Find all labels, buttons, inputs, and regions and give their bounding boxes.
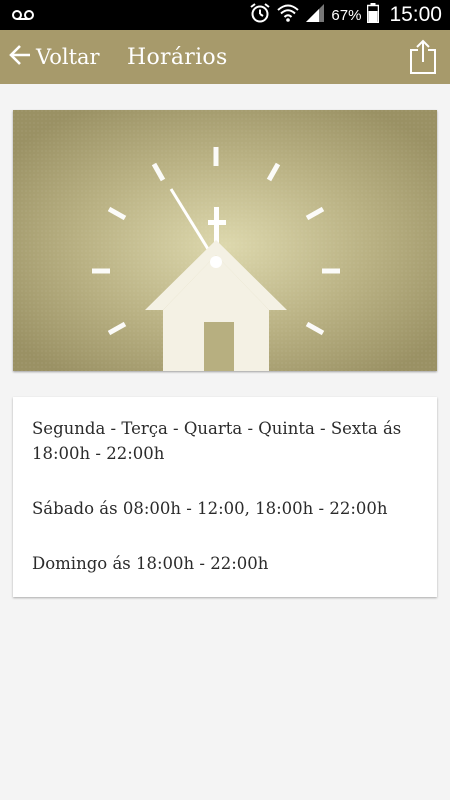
share-icon [408, 39, 438, 80]
schedule-card: Segunda - Terça - Quarta - Quinta - Sext… [13, 397, 437, 597]
schedule-saturday: Sábado ás 08:00h - 12:00, 18:00h - 22:00… [32, 499, 388, 518]
wifi-icon [277, 3, 300, 28]
schedule-sunday: Domingo ás 18:00h - 22:00h [32, 554, 269, 573]
church-clock-illustration [13, 110, 437, 371]
battery-icon [367, 2, 380, 28]
app-bar: Voltar Horários [0, 30, 450, 84]
share-button[interactable] [408, 38, 438, 76]
battery-percent: 67% [331, 6, 362, 24]
voicemail-icon [12, 8, 34, 26]
hero-image [13, 110, 437, 371]
schedule-weekdays: Segunda - Terça - Quarta - Quinta - Sext… [32, 419, 402, 463]
back-button[interactable]: Voltar [8, 30, 100, 84]
clock-time: 15:00 [389, 3, 442, 26]
back-label: Voltar [36, 45, 100, 69]
signal-icon [305, 3, 325, 27]
status-bar: 67% 15:00 [0, 0, 450, 30]
page-title: Horários [127, 44, 228, 70]
alarm-icon [249, 2, 271, 29]
arrow-left-icon [8, 44, 32, 71]
